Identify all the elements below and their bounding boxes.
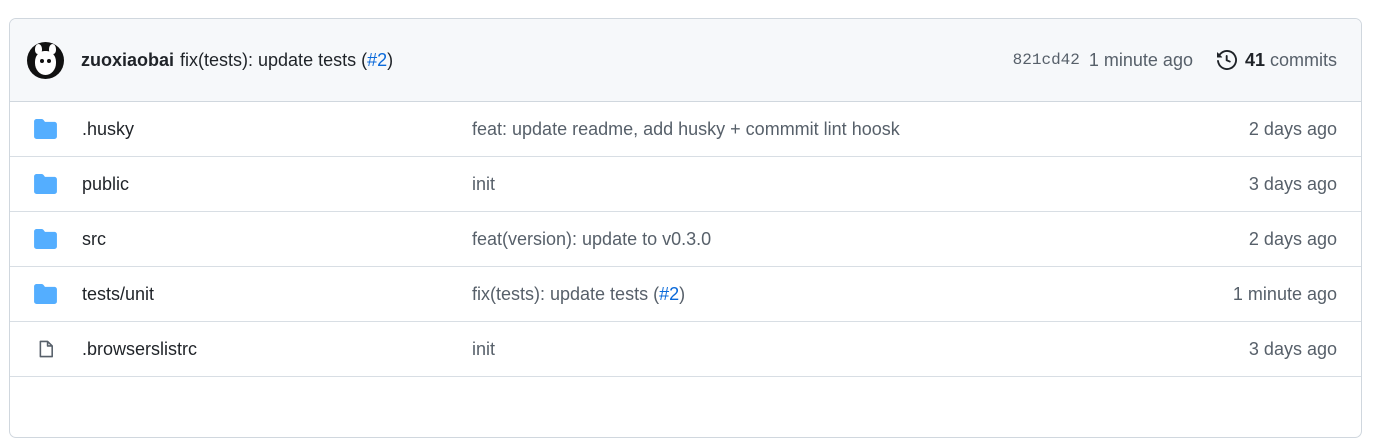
file-browser: zuoxiaobai fix(tests): update tests (#2)… [9, 18, 1362, 438]
file-commit-message[interactable]: init [472, 174, 495, 195]
avatar-eye-left [40, 58, 44, 63]
file-commit-message[interactable]: feat: update readme, add husky + commmit… [472, 119, 900, 140]
file-name[interactable]: src [82, 229, 106, 250]
file-name[interactable]: .browserslistrc [82, 339, 197, 360]
commit-time: 1 minute ago [1088, 49, 1193, 70]
file-commit-date: 3 days ago [1248, 338, 1337, 359]
commit-sha[interactable]: 821cd42 [1013, 51, 1080, 69]
file-commit-message[interactable]: init [472, 339, 495, 360]
file-icon [39, 340, 53, 358]
file-commit-date: 2 days ago [1248, 228, 1337, 249]
history-icon [1216, 50, 1237, 70]
latest-commit-message-end[interactable]: ) [387, 50, 393, 70]
latest-commit-message-text[interactable]: fix(tests): update tests ( [180, 50, 367, 70]
file-name[interactable]: tests/unit [82, 284, 154, 305]
file-commit-message-end[interactable]: ) [679, 284, 685, 304]
file-commit-message[interactable]: fix(tests): update tests (#2) [472, 284, 685, 305]
commit-count-label[interactable]: commits [1270, 50, 1337, 71]
pr-link[interactable]: #2 [367, 50, 387, 70]
pr-link[interactable]: #2 [659, 284, 679, 304]
latest-commit-message[interactable]: fix(tests): update tests (#2) [180, 50, 393, 71]
latest-commit-bar: zuoxiaobai fix(tests): update tests (#2)… [10, 19, 1361, 102]
folder-icon [34, 174, 57, 194]
file-row[interactable]: .husky feat: update readme, add husky + … [10, 102, 1361, 157]
avatar-eye-right [47, 58, 51, 63]
file-row[interactable]: src feat(version): update to v0.3.0 2 da… [10, 212, 1361, 267]
folder-icon [34, 229, 57, 249]
file-row[interactable]: .browserslistrc init 3 days ago [10, 322, 1361, 377]
avatar-face [35, 50, 56, 75]
file-name[interactable]: .husky [82, 119, 134, 140]
commit-author[interactable]: zuoxiaobai [81, 50, 174, 71]
file-name[interactable]: public [82, 174, 129, 195]
folder-icon [34, 284, 57, 304]
commit-count[interactable]: 41 [1245, 50, 1265, 71]
file-row[interactable]: public init 3 days ago [10, 157, 1361, 212]
file-commit-message[interactable]: feat(version): update to v0.3.0 [472, 229, 711, 250]
file-commit-date: 2 days ago [1248, 118, 1337, 139]
author-avatar[interactable] [27, 41, 64, 79]
file-commit-date: 1 minute ago [1232, 283, 1337, 304]
commits-link[interactable]: 41 commits [1216, 50, 1337, 71]
file-row[interactable]: tests/unit fix(tests): update tests (#2)… [10, 267, 1361, 322]
folder-icon [34, 119, 57, 139]
file-commit-message-text[interactable]: fix(tests): update tests ( [472, 284, 659, 304]
file-commit-date: 3 days ago [1248, 173, 1337, 194]
